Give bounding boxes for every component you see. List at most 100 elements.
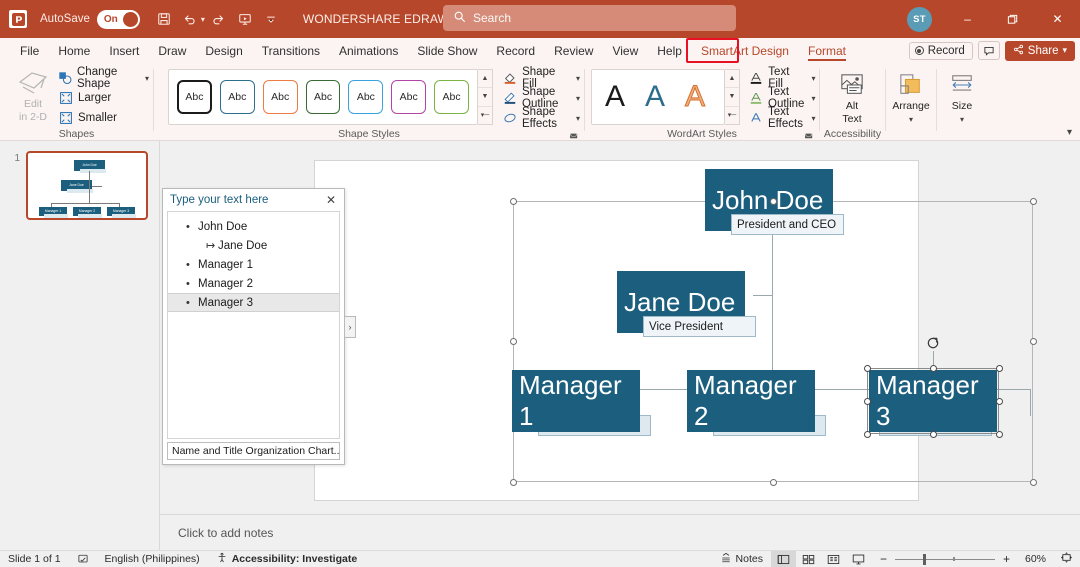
thumbnail-item[interactable]: 1 John Doe Jane Doe Manager 1 Manager 2 …: [10, 151, 148, 220]
text-pane-body[interactable]: • John Doe ↦ Jane Doe • Manager 1 • Mana…: [167, 211, 340, 439]
smartart-handle-tl[interactable]: [510, 198, 517, 205]
gallery-scroll-up-icon[interactable]: ▲: [478, 70, 492, 89]
arrange-chevron-down-icon[interactable]: ▾: [909, 115, 913, 124]
manager-3-handle-tr[interactable]: [996, 365, 1003, 372]
smaller-button[interactable]: Smaller: [54, 108, 153, 128]
larger-button[interactable]: Larger: [54, 88, 153, 108]
chevron-down-icon[interactable]: ▾: [576, 94, 580, 103]
smartart-text-pane[interactable]: Type your text here ✕ • John Doe ↦ Jane …: [162, 188, 345, 465]
smartart-handle-ml[interactable]: [510, 338, 517, 345]
tab-view[interactable]: View: [603, 40, 647, 62]
shape-effects-button[interactable]: Shape Effects ▾: [499, 106, 584, 130]
shape-outline-button[interactable]: Shape Outline ▾: [499, 86, 584, 110]
smartart-handle-tr[interactable]: [1030, 198, 1037, 205]
reading-view-icon[interactable]: [821, 551, 846, 567]
minimize-button[interactable]: –: [945, 0, 990, 38]
slide-thumbnail-1[interactable]: John Doe Jane Doe Manager 1 Manager 2 Ma…: [26, 151, 148, 220]
tab-record[interactable]: Record: [487, 40, 544, 62]
manager-3-handle-tl[interactable]: [864, 365, 871, 372]
manager-3-handle-br[interactable]: [996, 431, 1003, 438]
size-chevron-down-icon[interactable]: ▾: [960, 115, 964, 124]
wordart-scroll-down-icon[interactable]: ▼: [725, 88, 739, 107]
gallery-scroll-down-icon[interactable]: ▼: [478, 88, 492, 107]
smartart-subtitle-jane-doe[interactable]: Vice President: [643, 316, 756, 337]
smartart-node-manager-2[interactable]: Manager 2: [687, 370, 815, 432]
tab-smartart-design[interactable]: SmartArt Design: [692, 40, 798, 62]
autosave-toggle[interactable]: On: [96, 9, 140, 29]
redo-icon[interactable]: [207, 7, 231, 31]
wordart-style-1[interactable]: A: [595, 80, 635, 114]
zoom-slider[interactable]: [894, 553, 995, 565]
shape-fill-button[interactable]: Shape Fill ▾: [499, 66, 584, 90]
smartart-handle-br[interactable]: [1030, 479, 1037, 486]
shape-styles-scroll[interactable]: ▲ ▼ ▾─: [478, 69, 493, 125]
avatar[interactable]: ST: [907, 6, 932, 32]
shape-styles-gallery[interactable]: Abc Abc Abc Abc Abc Abc Abc: [168, 69, 478, 125]
shape-style-swatch-2[interactable]: Abc: [219, 80, 255, 114]
text-pane-item-manager-2[interactable]: • Manager 2: [168, 274, 339, 293]
chevron-down-icon[interactable]: ▾: [576, 74, 580, 83]
text-pane-item-jane-doe[interactable]: ↦ Jane Doe: [168, 236, 339, 255]
tab-transitions[interactable]: Transitions: [253, 40, 329, 62]
chevron-down-icon[interactable]: ▾: [576, 114, 580, 123]
wordart-gallery[interactable]: A A A: [591, 69, 725, 125]
text-pane-layout-name[interactable]: Name and Title Organization Chart...: [167, 442, 340, 460]
record-button[interactable]: Record: [908, 41, 973, 60]
shape-style-swatch-5[interactable]: Abc: [348, 80, 384, 114]
tab-file[interactable]: File: [11, 40, 48, 62]
wordart-expand-icon[interactable]: ▾─: [725, 107, 739, 124]
text-pane-item-manager-1[interactable]: • Manager 1: [168, 255, 339, 274]
save-icon[interactable]: [152, 7, 176, 31]
search-input[interactable]: Search: [443, 5, 736, 31]
shape-style-swatch-7[interactable]: Abc: [434, 80, 469, 114]
comments-icon[interactable]: [977, 41, 1000, 60]
tab-format[interactable]: Format: [799, 40, 855, 62]
smartart-handle-tc[interactable]: [770, 198, 777, 205]
rotate-handle-icon[interactable]: [926, 336, 941, 351]
edit-in-2d-button[interactable]: Edit in 2-D: [10, 68, 56, 124]
chevron-down-icon[interactable]: ▾: [811, 74, 815, 83]
fit-to-window-icon[interactable]: [1053, 551, 1080, 567]
wordart-scroll-up-icon[interactable]: ▲: [725, 70, 739, 89]
zoom-out-button[interactable]: −: [878, 552, 889, 566]
slide-canvas[interactable]: John Doe President and CEO Jane Doe Vice…: [315, 161, 1037, 500]
shape-style-swatch-4[interactable]: Abc: [305, 80, 341, 114]
text-outline-button[interactable]: Text Outline ▾: [745, 86, 819, 110]
tab-slide-show[interactable]: Slide Show: [408, 40, 486, 62]
slideshow-icon[interactable]: [846, 551, 871, 567]
chevron-down-icon[interactable]: ▾: [811, 114, 815, 123]
arrange-button[interactable]: Arrange ▾: [885, 67, 937, 126]
undo-icon[interactable]: [178, 7, 202, 31]
text-pane-collapse-tab[interactable]: ›: [345, 316, 356, 338]
wordart-styles-dialog-launcher[interactable]: ◛: [804, 128, 813, 139]
restore-button[interactable]: [990, 0, 1035, 38]
shape-styles-dialog-launcher[interactable]: ◛: [569, 128, 578, 139]
tab-draw[interactable]: Draw: [149, 40, 195, 62]
text-effects-button[interactable]: Text Effects ▾: [745, 106, 819, 130]
text-fill-button[interactable]: Text Fill ▾: [745, 66, 819, 90]
share-chevron-down-icon[interactable]: ▾: [1062, 45, 1067, 56]
manager-3-handle-bl[interactable]: [864, 431, 871, 438]
smartart-subtitle-john-doe[interactable]: President and CEO: [731, 214, 844, 235]
text-pane-item-manager-3[interactable]: • Manager 3: [168, 293, 339, 312]
tab-help[interactable]: Help: [648, 40, 691, 62]
smartart-handle-mr[interactable]: [1030, 338, 1037, 345]
manager-3-handle-bc[interactable]: [930, 431, 937, 438]
alt-text-button[interactable]: Alt Text: [826, 67, 878, 125]
change-shape-button[interactable]: Change Shape ▾: [54, 66, 153, 90]
spellcheck-icon[interactable]: [69, 551, 97, 567]
manager-3-handle-ml[interactable]: [864, 398, 871, 405]
share-button[interactable]: Share ▾: [1004, 40, 1075, 61]
tab-insert[interactable]: Insert: [100, 40, 148, 62]
smartart-handle-bl[interactable]: [510, 479, 517, 486]
manager-3-handle-tc[interactable]: [930, 365, 937, 372]
tab-design[interactable]: Design: [196, 40, 251, 62]
smartart-handle-bc[interactable]: [770, 479, 777, 486]
tab-home[interactable]: Home: [49, 40, 99, 62]
wordart-style-3[interactable]: A: [675, 80, 715, 114]
tab-review[interactable]: Review: [545, 40, 602, 62]
manager-3-handle-mr[interactable]: [996, 398, 1003, 405]
language-indicator[interactable]: English (Philippines): [97, 551, 208, 567]
chevron-down-icon[interactable]: ▾: [145, 74, 149, 83]
undo-dropdown-icon[interactable]: ▾: [201, 15, 205, 24]
